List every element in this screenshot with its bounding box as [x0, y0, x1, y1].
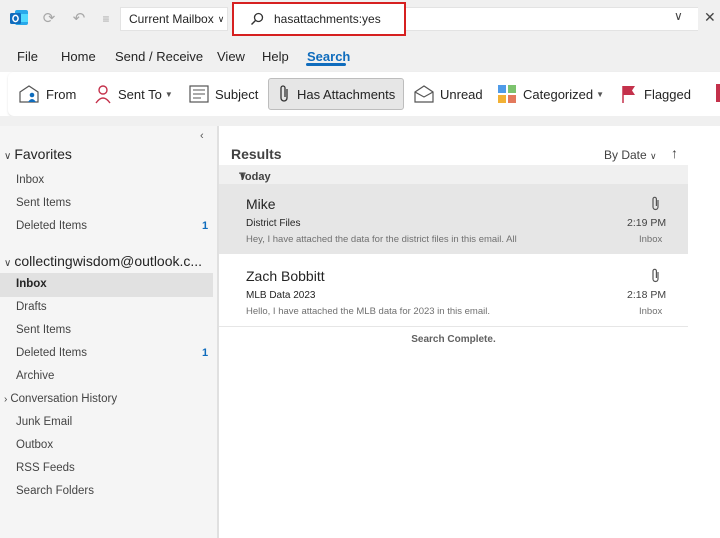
- folder-item-junk-email[interactable]: Junk Email: [16, 416, 72, 428]
- tab-send-receive[interactable]: Send / Receive: [115, 49, 203, 64]
- from-button[interactable]: From: [18, 78, 76, 110]
- outlook-logo-icon: [10, 10, 28, 25]
- tab-help[interactable]: Help: [262, 49, 289, 64]
- chevron-right-icon: ›: [4, 394, 8, 405]
- title-bar: ⟳ ↶ ≡ Current Mailbox ∨ ∨ ✕: [0, 0, 720, 38]
- message-time: 2:18 PM: [627, 289, 667, 301]
- date-group-header[interactable]: ∨ Today: [219, 165, 688, 184]
- search-options-chevron-icon[interactable]: ∨: [674, 9, 683, 23]
- sort-by-dropdown[interactable]: By Date ∨: [604, 148, 657, 162]
- ribbon-gap: [0, 116, 720, 126]
- message-time: 2:19 PM: [627, 217, 667, 229]
- favorites-header[interactable]: ∨ Favorites: [4, 146, 72, 162]
- flag-icon: [622, 86, 635, 103]
- unread-button[interactable]: Unread: [414, 78, 483, 110]
- message-sender: Zach Bobbitt: [246, 268, 325, 284]
- refresh-icon[interactable]: ⟳: [40, 10, 58, 28]
- account-label: collectingwisdom@outlook.c...: [14, 253, 203, 269]
- sent-to-label: Sent To: [118, 86, 162, 102]
- search-scope-dropdown[interactable]: Current Mailbox ∨: [120, 7, 228, 31]
- folder-item-inbox[interactable]: Inbox: [16, 278, 47, 290]
- from-label: From: [46, 86, 77, 102]
- person-icon: [95, 85, 111, 104]
- message-list-pane: Results By Date ∨ ↑ ∨ Today Mike District…: [219, 126, 720, 538]
- folder-item-rss-feeds[interactable]: RSS Feeds: [16, 462, 75, 474]
- active-tab-indicator: [306, 63, 346, 66]
- search-scope-label: Current Mailbox: [129, 12, 214, 26]
- favorites-item-deleted-items[interactable]: Deleted Items: [16, 220, 87, 232]
- account-header[interactable]: ∨ collectingwisdom@outlook.c...: [4, 253, 202, 269]
- menu-bar: File Home Send / Receive View Help Searc…: [0, 38, 720, 72]
- sent-to-button[interactable]: Sent To ▼: [94, 78, 173, 110]
- unread-label: Unread: [440, 86, 483, 102]
- tab-file[interactable]: File: [17, 49, 38, 64]
- chevron-down-icon: ∨: [217, 13, 225, 24]
- folder-pane: ‹ ∨ Favorites Inbox Sent Items Deleted It…: [0, 126, 217, 538]
- flagged-button[interactable]: Flagged: [620, 78, 691, 110]
- overflow-button-edge[interactable]: [716, 84, 720, 102]
- list-divider: [219, 326, 688, 327]
- unread-count-badge: 1: [202, 220, 209, 232]
- favorites-item-inbox[interactable]: Inbox: [16, 174, 44, 186]
- subject-icon: [189, 85, 209, 103]
- search-input[interactable]: [274, 12, 394, 26]
- folder-item-outbox[interactable]: Outbox: [16, 439, 53, 451]
- folder-item-sent-items[interactable]: Sent Items: [16, 324, 71, 336]
- categorized-button[interactable]: Categorized ▼: [497, 78, 604, 110]
- chevron-down-icon: ▼: [596, 89, 605, 99]
- search-box-extension[interactable]: [406, 7, 698, 31]
- tab-search[interactable]: Search: [307, 49, 350, 64]
- chevron-down-icon: ∨: [4, 258, 12, 269]
- search-box[interactable]: [232, 2, 406, 36]
- undo-icon[interactable]: ↶: [70, 10, 88, 28]
- chevron-down-icon: ▼: [164, 89, 173, 99]
- search-status: Search Complete.: [411, 334, 496, 345]
- paperclip-icon: [652, 268, 659, 283]
- message-folder: Inbox: [639, 234, 663, 245]
- subject-label: Subject: [215, 86, 259, 102]
- results-heading: Results: [231, 146, 282, 162]
- message-row[interactable]: Zach Bobbitt MLB Data 2023 Hello, I have…: [219, 256, 688, 326]
- unread-count-badge: 1: [202, 347, 209, 359]
- search-icon: [251, 12, 264, 25]
- close-search-icon[interactable]: ✕: [704, 9, 716, 26]
- message-folder: Inbox: [639, 306, 663, 317]
- flagged-label: Flagged: [644, 86, 691, 102]
- sort-by-label: By Date: [604, 148, 647, 162]
- message-preview: Hey, I have attached the data for the di…: [246, 234, 517, 245]
- categorized-label: Categorized: [523, 86, 594, 102]
- folder-item-conversation-history[interactable]: › Conversation History: [4, 393, 117, 405]
- favorites-label: Favorites: [14, 146, 72, 162]
- message-row[interactable]: Mike District Files Hey, I have attached…: [219, 184, 688, 254]
- message-subject: MLB Data 2023: [246, 290, 316, 301]
- folder-item-label: Conversation History: [10, 393, 118, 405]
- tab-view[interactable]: View: [217, 49, 245, 64]
- folder-item-deleted-items[interactable]: Deleted Items: [16, 347, 87, 359]
- favorites-item-sent-items[interactable]: Sent Items: [16, 197, 71, 209]
- folder-item-drafts[interactable]: Drafts: [16, 301, 47, 313]
- chevron-down-icon: ∨: [650, 151, 657, 161]
- message-subject: District Files: [246, 218, 301, 229]
- folder-item-archive[interactable]: Archive: [16, 370, 54, 382]
- has-attachments-label: Has Attachments: [297, 86, 396, 102]
- subject-button[interactable]: Subject: [189, 78, 258, 110]
- chevron-down-icon: ∨: [4, 151, 12, 162]
- collapse-pane-icon[interactable]: ‹: [200, 130, 204, 142]
- search-ribbon: From Sent To ▼ Subject Has Attachments U…: [8, 72, 720, 116]
- has-attachments-button[interactable]: Has Attachments: [268, 78, 405, 110]
- message-sender: Mike: [246, 196, 276, 212]
- folder-item-search-folders[interactable]: Search Folders: [16, 485, 94, 497]
- sort-direction-arrow-icon[interactable]: ↑: [671, 145, 678, 161]
- message-preview: Hello, I have attached the MLB data for …: [246, 306, 490, 317]
- group-label: Today: [239, 171, 271, 183]
- paperclip-icon: [652, 196, 659, 211]
- customize-toolbar-icon[interactable]: ≡: [97, 10, 115, 28]
- tab-home[interactable]: Home: [61, 49, 96, 64]
- envelope-icon: [414, 85, 434, 103]
- from-person-icon: [19, 85, 39, 103]
- categories-icon: [498, 85, 516, 103]
- paperclip-icon: [280, 85, 288, 102]
